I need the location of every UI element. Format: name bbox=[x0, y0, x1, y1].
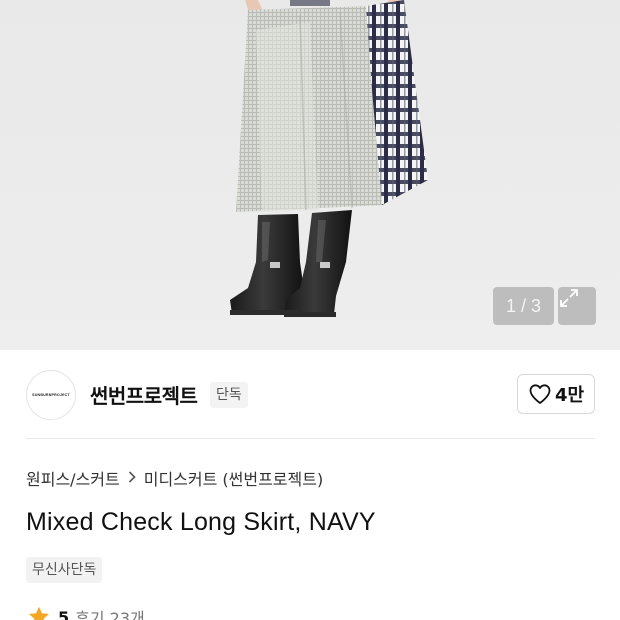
breadcrumb: 원피스/스커트 미디스커트 (썬번프로젝트) bbox=[26, 466, 323, 490]
like-button[interactable]: 4만 bbox=[517, 374, 595, 414]
brand-name[interactable]: 썬번프로젝트 bbox=[90, 380, 198, 409]
breadcrumb-category[interactable]: 원피스/스커트 bbox=[26, 466, 120, 490]
pager-text: 1 / 3 bbox=[505, 296, 542, 316]
exclusive-badge: 무신사단독 bbox=[26, 557, 103, 583]
heart-outline-icon bbox=[529, 384, 551, 404]
product-image-gallery[interactable]: 1 / 3 bbox=[0, 0, 620, 350]
chevron-right-icon bbox=[127, 469, 137, 488]
image-pager: 1 / 3 bbox=[493, 287, 554, 325]
divider bbox=[26, 438, 595, 439]
rating-score: 5 bbox=[58, 607, 70, 620]
expand-arrows-icon bbox=[560, 289, 578, 307]
brand-row: SUNBURNPROJECT 썬번프로젝트 단독 4만 bbox=[0, 350, 620, 440]
product-title: Mixed Check Long Skirt, NAVY bbox=[26, 508, 376, 536]
brand-logo[interactable]: SUNBURNPROJECT bbox=[26, 370, 76, 420]
review-count-link[interactable]: 후기 23개 bbox=[75, 605, 145, 620]
rating-row[interactable]: 5 후기 23개 bbox=[26, 605, 145, 620]
like-count: 4만 bbox=[554, 385, 585, 406]
expand-image-button[interactable] bbox=[558, 287, 596, 325]
brand-logo-text: SUNBURNPROJECT bbox=[32, 393, 70, 397]
brand-exclusive-tag: 단독 bbox=[210, 382, 248, 408]
star-icon bbox=[29, 606, 49, 620]
breadcrumb-subcategory[interactable]: 미디스커트 (썬번프로젝트) bbox=[144, 466, 324, 490]
